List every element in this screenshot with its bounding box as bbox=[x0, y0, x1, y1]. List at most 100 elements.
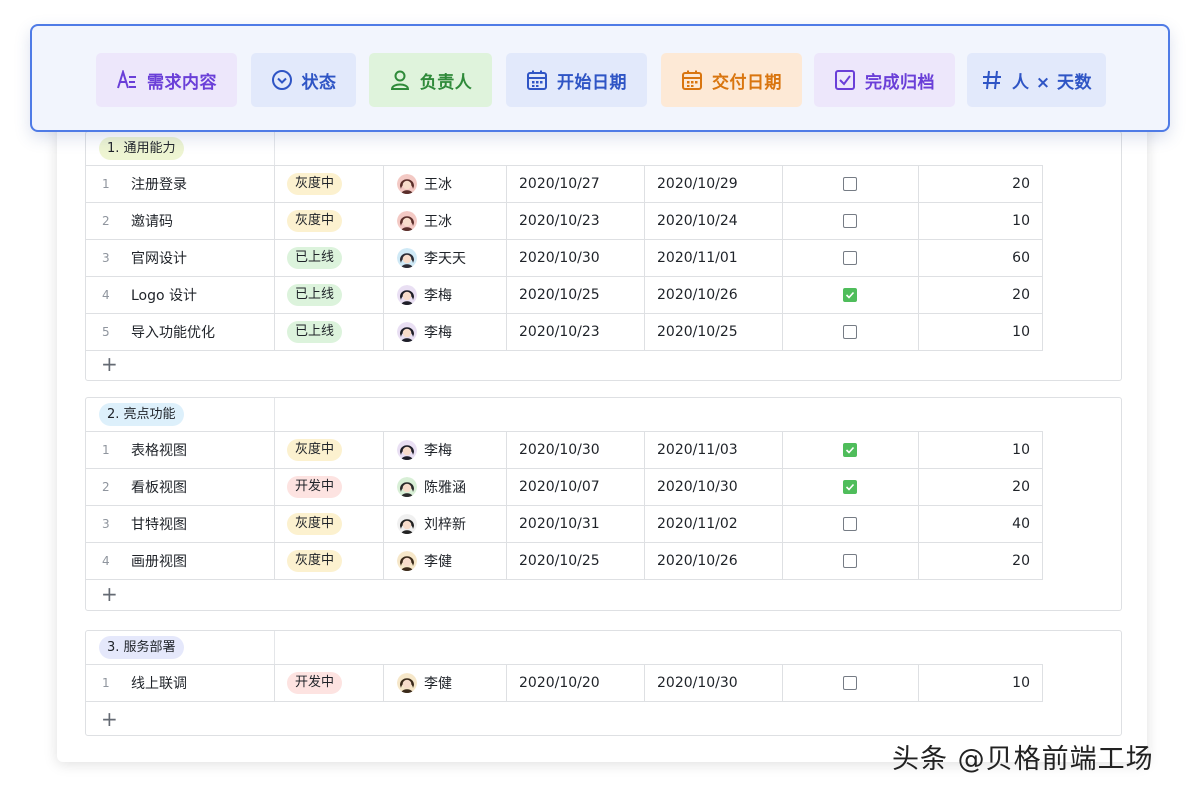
table-row[interactable]: 3 官网设计 已上线 李天天 2020/10/30 2020/11/01 60 bbox=[86, 240, 1042, 277]
owner-cell[interactable]: 王冰 bbox=[397, 203, 452, 239]
person-days-cell[interactable]: 10 bbox=[920, 432, 1030, 468]
delivery-date-cell[interactable]: 2020/11/03 bbox=[657, 432, 738, 468]
archive-cell[interactable] bbox=[843, 543, 857, 579]
field-chip-start-date[interactable]: 开始日期 bbox=[506, 53, 647, 107]
requirement-cell[interactable]: 官网设计 bbox=[131, 240, 271, 276]
archive-cell[interactable] bbox=[843, 506, 857, 542]
delivery-date-cell[interactable]: 2020/10/26 bbox=[657, 543, 738, 579]
table-row[interactable]: 4 Logo 设计 已上线 李梅 2020/10/25 2020/10/26 20 bbox=[86, 277, 1042, 314]
status-cell[interactable]: 已上线 bbox=[287, 240, 343, 276]
table-row[interactable]: 1 注册登录 灰度中 王冰 2020/10/27 2020/10/29 20 bbox=[86, 166, 1042, 203]
status-cell[interactable]: 灰度中 bbox=[287, 543, 343, 579]
owner-cell[interactable]: 李梅 bbox=[397, 277, 452, 313]
start-date-cell[interactable]: 2020/10/30 bbox=[519, 432, 600, 468]
status-cell[interactable]: 灰度中 bbox=[287, 432, 343, 468]
start-date-cell[interactable]: 2020/10/20 bbox=[519, 665, 600, 701]
start-date-cell[interactable]: 2020/10/25 bbox=[519, 543, 600, 579]
archive-checkbox[interactable] bbox=[843, 443, 857, 457]
archive-cell[interactable] bbox=[843, 314, 857, 350]
start-date-cell[interactable]: 2020/10/07 bbox=[519, 469, 600, 505]
owner-cell[interactable]: 李天天 bbox=[397, 240, 466, 276]
person-days-cell[interactable]: 10 bbox=[920, 203, 1030, 239]
start-date-cell[interactable]: 2020/10/31 bbox=[519, 506, 600, 542]
status-cell[interactable]: 灰度中 bbox=[287, 166, 343, 202]
archive-checkbox[interactable] bbox=[843, 554, 857, 568]
person-days-cell[interactable]: 20 bbox=[920, 166, 1030, 202]
archive-cell[interactable] bbox=[843, 203, 857, 239]
owner-cell[interactable]: 李梅 bbox=[397, 432, 452, 468]
field-chip-status[interactable]: 状态 bbox=[251, 53, 356, 107]
owner-cell[interactable]: 李梅 bbox=[397, 314, 452, 350]
requirement-cell[interactable]: 导入功能优化 bbox=[131, 314, 271, 350]
table-row[interactable]: 2 邀请码 灰度中 王冰 2020/10/23 2020/10/24 10 bbox=[86, 203, 1042, 240]
group-tag[interactable]: 1. 通用能力 bbox=[99, 137, 184, 160]
delivery-date-cell[interactable]: 2020/10/30 bbox=[657, 469, 738, 505]
delivery-date-cell[interactable]: 2020/11/02 bbox=[657, 506, 738, 542]
archive-cell[interactable] bbox=[843, 240, 857, 276]
requirement-cell[interactable]: 邀请码 bbox=[131, 203, 271, 239]
table-row[interactable]: 1 线上联调 开发中 李健 2020/10/20 2020/10/30 10 bbox=[86, 665, 1042, 702]
requirement-cell[interactable]: 注册登录 bbox=[131, 166, 271, 202]
delivery-date-cell[interactable]: 2020/10/29 bbox=[657, 166, 738, 202]
status-cell[interactable]: 已上线 bbox=[287, 314, 343, 350]
archive-checkbox[interactable] bbox=[843, 214, 857, 228]
start-date-cell[interactable]: 2020/10/27 bbox=[519, 166, 600, 202]
person-days-cell[interactable]: 20 bbox=[920, 277, 1030, 313]
start-date-cell[interactable]: 2020/10/25 bbox=[519, 277, 600, 313]
owner-cell[interactable]: 陈雅涵 bbox=[397, 469, 466, 505]
owner-cell[interactable]: 刘梓新 bbox=[397, 506, 466, 542]
field-chip-content[interactable]: 需求内容 bbox=[96, 53, 237, 107]
delivery-date-cell[interactable]: 2020/11/01 bbox=[657, 240, 738, 276]
archive-cell[interactable] bbox=[843, 469, 857, 505]
archive-checkbox[interactable] bbox=[843, 288, 857, 302]
field-chip-person-days[interactable]: 人 × 天数 bbox=[967, 53, 1106, 107]
group-tag[interactable]: 2. 亮点功能 bbox=[99, 403, 184, 426]
archive-cell[interactable] bbox=[843, 277, 857, 313]
start-date-cell[interactable]: 2020/10/30 bbox=[519, 240, 600, 276]
owner-cell[interactable]: 王冰 bbox=[397, 166, 452, 202]
status-cell[interactable]: 开发中 bbox=[287, 665, 343, 701]
archive-checkbox[interactable] bbox=[843, 325, 857, 339]
status-cell[interactable]: 灰度中 bbox=[287, 203, 343, 239]
requirement-cell[interactable]: 线上联调 bbox=[131, 665, 271, 701]
archive-checkbox[interactable] bbox=[843, 480, 857, 494]
owner-cell[interactable]: 李健 bbox=[397, 543, 452, 579]
start-date-cell[interactable]: 2020/10/23 bbox=[519, 203, 600, 239]
delivery-date-cell[interactable]: 2020/10/26 bbox=[657, 277, 738, 313]
group-tag[interactable]: 3. 服务部署 bbox=[99, 636, 184, 659]
person-days-cell[interactable]: 20 bbox=[920, 543, 1030, 579]
status-cell[interactable]: 已上线 bbox=[287, 277, 343, 313]
delivery-date-cell[interactable]: 2020/10/25 bbox=[657, 314, 738, 350]
requirement-cell[interactable]: Logo 设计 bbox=[131, 277, 271, 313]
archive-checkbox[interactable] bbox=[843, 251, 857, 265]
table-row[interactable]: 5 导入功能优化 已上线 李梅 2020/10/23 2020/10/25 10 bbox=[86, 314, 1042, 351]
requirement-cell[interactable]: 画册视图 bbox=[131, 543, 271, 579]
table-row[interactable]: 3 甘特视图 灰度中 刘梓新 2020/10/31 2020/11/02 40 bbox=[86, 506, 1042, 543]
requirement-cell[interactable]: 甘特视图 bbox=[131, 506, 271, 542]
table-row[interactable]: 2 看板视图 开发中 陈雅涵 2020/10/07 2020/10/30 20 bbox=[86, 469, 1042, 506]
person-days-cell[interactable]: 40 bbox=[920, 506, 1030, 542]
delivery-date-cell[interactable]: 2020/10/30 bbox=[657, 665, 738, 701]
owner-cell[interactable]: 李健 bbox=[397, 665, 452, 701]
plus-icon[interactable]: + bbox=[101, 709, 118, 729]
delivery-date-cell[interactable]: 2020/10/24 bbox=[657, 203, 738, 239]
archive-checkbox[interactable] bbox=[843, 177, 857, 191]
requirement-cell[interactable]: 表格视图 bbox=[131, 432, 271, 468]
person-days-cell[interactable]: 20 bbox=[920, 469, 1030, 505]
archive-checkbox[interactable] bbox=[843, 517, 857, 531]
field-chip-archive[interactable]: 完成归档 bbox=[814, 53, 955, 107]
field-chip-delivery-date[interactable]: 交付日期 bbox=[661, 53, 802, 107]
archive-cell[interactable] bbox=[843, 665, 857, 701]
person-days-cell[interactable]: 10 bbox=[920, 314, 1030, 350]
plus-icon[interactable]: + bbox=[101, 584, 118, 604]
archive-checkbox[interactable] bbox=[843, 676, 857, 690]
archive-cell[interactable] bbox=[843, 166, 857, 202]
plus-icon[interactable]: + bbox=[101, 354, 118, 374]
person-days-cell[interactable]: 60 bbox=[920, 240, 1030, 276]
requirement-cell[interactable]: 看板视图 bbox=[131, 469, 271, 505]
table-row[interactable]: 4 画册视图 灰度中 李健 2020/10/25 2020/10/26 20 bbox=[86, 543, 1042, 580]
archive-cell[interactable] bbox=[843, 432, 857, 468]
status-cell[interactable]: 开发中 bbox=[287, 469, 343, 505]
person-days-cell[interactable]: 10 bbox=[920, 665, 1030, 701]
field-chip-owner[interactable]: 负责人 bbox=[369, 53, 492, 107]
